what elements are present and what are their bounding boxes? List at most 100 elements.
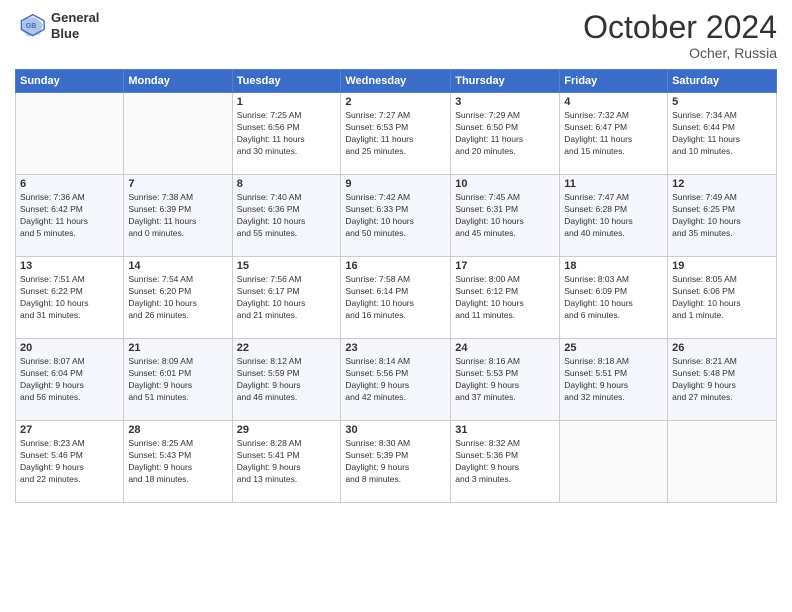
day-info: Sunrise: 8:23 AM Sunset: 5:46 PM Dayligh…: [20, 438, 119, 486]
calendar-cell: 22 Sunrise: 8:12 AM Sunset: 5:59 PM Dayli…: [232, 339, 341, 421]
calendar-cell: 7 Sunrise: 7:38 AM Sunset: 6:39 PM Daylig…: [124, 175, 232, 257]
day-info: Sunrise: 7:40 AM Sunset: 6:36 PM Dayligh…: [237, 192, 337, 240]
calendar-cell: 1 Sunrise: 7:25 AM Sunset: 6:56 PM Daylig…: [232, 93, 341, 175]
day-number: 22: [237, 342, 337, 354]
day-number: 14: [128, 260, 227, 272]
day-number: 19: [672, 260, 772, 272]
calendar-cell: 14 Sunrise: 7:54 AM Sunset: 6:20 PM Dayli…: [124, 257, 232, 339]
calendar-week-row: 27 Sunrise: 8:23 AM Sunset: 5:46 PM Dayli…: [16, 421, 777, 503]
calendar-cell: 9Sunrise: 7:42 AM Sunset: 6:33 PM Daylig…: [341, 175, 451, 257]
day-number: 13: [20, 260, 119, 272]
title-block: October 2024 Ocher, Russia: [583, 10, 777, 61]
day-of-week-header: Friday: [560, 70, 668, 93]
day-info: Sunrise: 8:16 AM Sunset: 5:53 PM Dayligh…: [455, 356, 555, 404]
day-info: Sunrise: 8:14 AM Sunset: 5:56 PM Dayligh…: [345, 356, 446, 404]
day-number: 15: [237, 260, 337, 272]
calendar-cell: [124, 93, 232, 175]
day-of-week-header: Thursday: [451, 70, 560, 93]
calendar-cell: 28Sunrise: 8:25 AM Sunset: 5:43 PM Dayli…: [124, 421, 232, 503]
day-of-week-header: Tuesday: [232, 70, 341, 93]
day-info: Sunrise: 7:45 AM Sunset: 6:31 PM Dayligh…: [455, 192, 555, 240]
day-info: Sunrise: 8:00 AM Sunset: 6:12 PM Dayligh…: [455, 274, 555, 322]
calendar-cell: 11 Sunrise: 7:47 AM Sunset: 6:28 PM Dayli…: [560, 175, 668, 257]
calendar-cell: 12 Sunrise: 7:49 AM Sunset: 6:25 PM Dayli…: [668, 175, 777, 257]
day-number: 6: [20, 178, 119, 190]
day-info: Sunrise: 8:05 AM Sunset: 6:06 PM Dayligh…: [672, 274, 772, 322]
day-number: 30: [345, 424, 446, 436]
calendar-week-row: 13 Sunrise: 7:51 AM Sunset: 6:22 PM Dayli…: [16, 257, 777, 339]
day-number: 23: [345, 342, 446, 354]
day-info: Sunrise: 7:38 AM Sunset: 6:39 PM Dayligh…: [128, 192, 227, 240]
day-info: Sunrise: 7:54 AM Sunset: 6:20 PM Dayligh…: [128, 274, 227, 322]
day-of-week-header: Saturday: [668, 70, 777, 93]
day-number: 17: [455, 260, 555, 272]
day-number: 7: [128, 178, 227, 190]
calendar-cell: [16, 93, 124, 175]
day-number: 29: [237, 424, 337, 436]
calendar-cell: 23 Sunrise: 8:14 AM Sunset: 5:56 PM Dayli…: [341, 339, 451, 421]
day-number: 31: [455, 424, 555, 436]
days-of-week-row: SundayMondayTuesdayWednesdayThursdayFrid…: [16, 70, 777, 93]
day-info: Sunrise: 7:47 AM Sunset: 6:28 PM Dayligh…: [564, 192, 663, 240]
logo: GB General Blue: [15, 10, 99, 41]
calendar-cell: [668, 421, 777, 503]
day-number: 26: [672, 342, 772, 354]
day-info: Sunrise: 8:18 AM Sunset: 5:51 PM Dayligh…: [564, 356, 663, 404]
calendar-cell: 10Sunrise: 7:45 AM Sunset: 6:31 PM Dayli…: [451, 175, 560, 257]
calendar-cell: 8 Sunrise: 7:40 AM Sunset: 6:36 PM Daylig…: [232, 175, 341, 257]
day-number: 11: [564, 178, 663, 190]
day-number: 21: [128, 342, 227, 354]
page: GB General Blue October 2024 Ocher, Russ…: [0, 0, 792, 612]
calendar: SundayMondayTuesdayWednesdayThursdayFrid…: [15, 69, 777, 503]
day-number: 18: [564, 260, 663, 272]
location: Ocher, Russia: [583, 45, 777, 61]
calendar-cell: 19 Sunrise: 8:05 AM Sunset: 6:06 PM Dayli…: [668, 257, 777, 339]
day-info: Sunrise: 8:12 AM Sunset: 5:59 PM Dayligh…: [237, 356, 337, 404]
calendar-cell: [560, 421, 668, 503]
day-info: Sunrise: 8:30 AM Sunset: 5:39 PM Dayligh…: [345, 438, 446, 486]
day-info: Sunrise: 8:32 AM Sunset: 5:36 PM Dayligh…: [455, 438, 555, 486]
calendar-cell: 13 Sunrise: 7:51 AM Sunset: 6:22 PM Dayli…: [16, 257, 124, 339]
day-info: Sunrise: 7:27 AM Sunset: 6:53 PM Dayligh…: [345, 110, 446, 158]
day-info: Sunrise: 7:36 AM Sunset: 6:42 PM Dayligh…: [20, 192, 119, 240]
day-number: 27: [20, 424, 119, 436]
day-info: Sunrise: 7:32 AM Sunset: 6:47 PM Dayligh…: [564, 110, 663, 158]
day-info: Sunrise: 7:58 AM Sunset: 6:14 PM Dayligh…: [345, 274, 446, 322]
day-of-week-header: Sunday: [16, 70, 124, 93]
day-number: 3: [455, 96, 555, 108]
svg-text:GB: GB: [26, 22, 37, 29]
day-info: Sunrise: 7:42 AM Sunset: 6:33 PM Dayligh…: [345, 192, 446, 240]
day-number: 12: [672, 178, 772, 190]
day-number: 8: [237, 178, 337, 190]
day-info: Sunrise: 7:51 AM Sunset: 6:22 PM Dayligh…: [20, 274, 119, 322]
day-number: 5: [672, 96, 772, 108]
month-title: October 2024: [583, 10, 777, 45]
calendar-cell: 18Sunrise: 8:03 AM Sunset: 6:09 PM Dayli…: [560, 257, 668, 339]
day-number: 2: [345, 96, 446, 108]
calendar-cell: 17 Sunrise: 8:00 AM Sunset: 6:12 PM Dayli…: [451, 257, 560, 339]
calendar-cell: 2 Sunrise: 7:27 AM Sunset: 6:53 PM Daylig…: [341, 93, 451, 175]
day-number: 1: [237, 96, 337, 108]
day-info: Sunrise: 7:34 AM Sunset: 6:44 PM Dayligh…: [672, 110, 772, 158]
calendar-cell: 31 Sunrise: 8:32 AM Sunset: 5:36 PM Dayli…: [451, 421, 560, 503]
calendar-cell: 29 Sunrise: 8:28 AM Sunset: 5:41 PM Dayli…: [232, 421, 341, 503]
day-info: Sunrise: 8:28 AM Sunset: 5:41 PM Dayligh…: [237, 438, 337, 486]
calendar-cell: 15Sunrise: 7:56 AM Sunset: 6:17 PM Dayli…: [232, 257, 341, 339]
day-number: 16: [345, 260, 446, 272]
day-info: Sunrise: 8:07 AM Sunset: 6:04 PM Dayligh…: [20, 356, 119, 404]
day-number: 24: [455, 342, 555, 354]
day-info: Sunrise: 7:49 AM Sunset: 6:25 PM Dayligh…: [672, 192, 772, 240]
calendar-cell: 27 Sunrise: 8:23 AM Sunset: 5:46 PM Dayli…: [16, 421, 124, 503]
day-info: Sunrise: 8:25 AM Sunset: 5:43 PM Dayligh…: [128, 438, 227, 486]
day-of-week-header: Monday: [124, 70, 232, 93]
day-info: Sunrise: 7:29 AM Sunset: 6:50 PM Dayligh…: [455, 110, 555, 158]
header: GB General Blue October 2024 Ocher, Russ…: [15, 10, 777, 61]
calendar-cell: 21Sunrise: 8:09 AM Sunset: 6:01 PM Dayli…: [124, 339, 232, 421]
calendar-cell: 20 Sunrise: 8:07 AM Sunset: 6:04 PM Dayli…: [16, 339, 124, 421]
day-number: 20: [20, 342, 119, 354]
calendar-cell: 26 Sunrise: 8:21 AM Sunset: 5:48 PM Dayli…: [668, 339, 777, 421]
day-info: Sunrise: 7:25 AM Sunset: 6:56 PM Dayligh…: [237, 110, 337, 158]
day-number: 4: [564, 96, 663, 108]
day-info: Sunrise: 8:21 AM Sunset: 5:48 PM Dayligh…: [672, 356, 772, 404]
logo-text: General Blue: [51, 10, 99, 41]
